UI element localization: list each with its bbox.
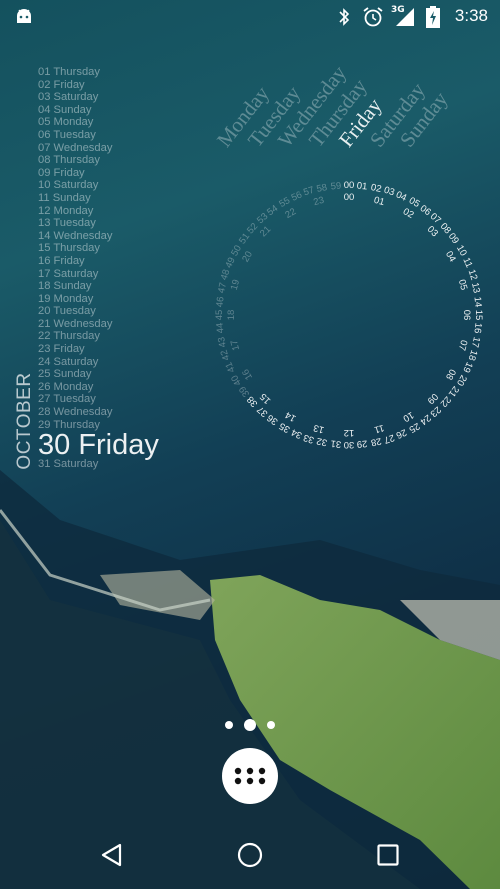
today-entry: 30 Friday bbox=[38, 429, 159, 462]
page-dot-current[interactable] bbox=[244, 719, 256, 731]
day-list: 01 Thursday 02 Friday 03 Saturday 04 Sunday… bbox=[38, 66, 159, 471]
hour-tick: 18 bbox=[226, 309, 237, 321]
day-entry: 20 Tuesday bbox=[38, 305, 96, 318]
android-notification-icon[interactable] bbox=[15, 8, 33, 24]
day-entry: 02 Friday bbox=[38, 78, 85, 91]
home-icon[interactable] bbox=[237, 842, 263, 868]
signal-3g-icon bbox=[396, 8, 414, 26]
alarm-icon bbox=[363, 7, 383, 27]
status-bar: 3G 3:38 bbox=[0, 0, 500, 34]
hour-tick: 12 bbox=[343, 427, 355, 438]
day-entry: 09 Friday bbox=[38, 166, 85, 179]
bluetooth-icon bbox=[339, 8, 350, 26]
recents-icon[interactable] bbox=[377, 844, 399, 866]
day-entry: 19 Monday bbox=[38, 292, 94, 305]
day-entry: 25 Sunday bbox=[38, 368, 92, 381]
day-entry: 03 Saturday bbox=[38, 91, 99, 104]
hour-tick: 00 bbox=[343, 192, 355, 203]
back-icon[interactable] bbox=[100, 843, 124, 867]
day-entry: 14 Wednesday bbox=[38, 229, 113, 242]
day-entry: 23 Friday bbox=[38, 343, 85, 356]
day-entry: 27 Tuesday bbox=[38, 393, 96, 406]
day-entry: 18 Sunday bbox=[38, 280, 92, 293]
day-entry: 01 Thursday bbox=[38, 66, 100, 78]
day-entry: 04 Sunday bbox=[38, 103, 92, 116]
day-entry: 21 Wednesday bbox=[38, 317, 113, 330]
day-entry: 08 Thursday bbox=[38, 154, 100, 167]
apps-grid-icon bbox=[234, 767, 266, 785]
day-entry: 13 Tuesday bbox=[38, 217, 96, 230]
day-entry: 15 Thursday bbox=[38, 242, 100, 255]
day-entry: 07 Wednesday bbox=[38, 141, 113, 154]
day-entry: 12 Monday bbox=[38, 204, 94, 217]
day-entry: 24 Saturday bbox=[38, 355, 99, 368]
day-entry: 26 Monday bbox=[38, 380, 94, 393]
day-entry: 16 Friday bbox=[38, 254, 85, 267]
day-entry: 17 Saturday bbox=[38, 267, 99, 280]
day-entry: 22 Thursday bbox=[38, 330, 100, 343]
page-dot[interactable] bbox=[267, 721, 275, 729]
battery-charging-icon bbox=[426, 6, 440, 28]
page-dot[interactable] bbox=[225, 721, 233, 729]
hour-tick: 06 bbox=[461, 309, 472, 321]
app-drawer-button[interactable] bbox=[222, 748, 278, 804]
day-entry: 06 Tuesday bbox=[38, 128, 96, 141]
day-entry: 11 Sunday bbox=[38, 191, 91, 204]
month-label: OCTOBER bbox=[14, 372, 35, 470]
day-entry: 05 Monday bbox=[38, 116, 94, 129]
day-entry: 10 Saturday bbox=[38, 179, 99, 192]
day-entry: 28 Wednesday bbox=[38, 406, 113, 419]
status-time: 3:38 bbox=[454, 6, 488, 25]
